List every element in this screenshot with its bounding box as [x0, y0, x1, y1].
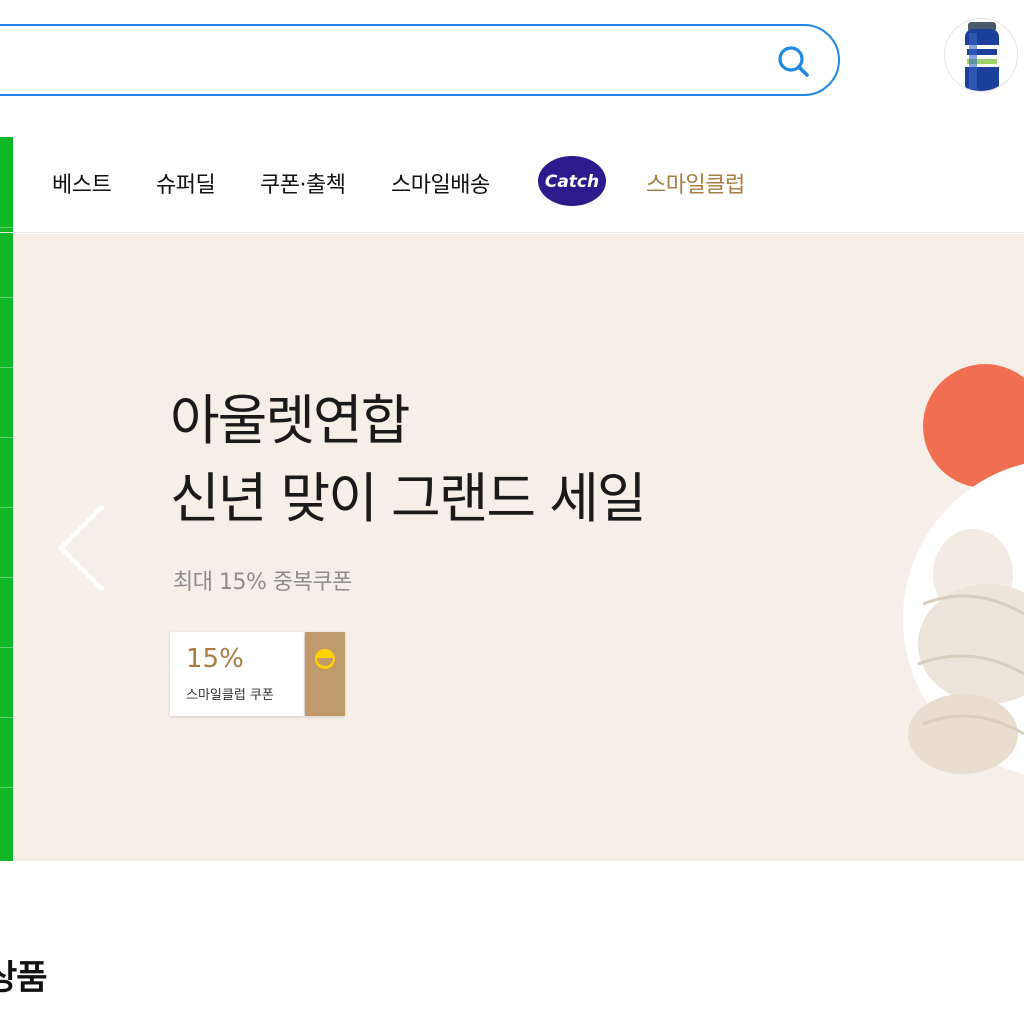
banner-subtitle: 최대 15% 중복쿠폰: [173, 570, 352, 595]
search-input[interactable]: [22, 44, 726, 80]
search-button[interactable]: [772, 40, 816, 84]
catch-logo-text: Catch: [545, 172, 599, 192]
banner-title-line1: 아울렛연합: [170, 389, 410, 452]
main-nav: 베스트 슈퍼딜 쿠폰·출첵 스마일배송 스마일클럽: [0, 137, 1024, 233]
smile-icon: [315, 649, 335, 669]
recent-product-thumbnail[interactable]: [944, 18, 1018, 92]
banner-title-line2: 신년 맞이 그랜드 세일: [170, 467, 647, 530]
nav-item-coupon-checkin[interactable]: 쿠폰·출첵: [260, 167, 346, 199]
nav-item-smile-club[interactable]: 스마일클럽: [646, 167, 745, 199]
coupon-percent: 15%: [186, 644, 244, 674]
nav-item-superdeal[interactable]: 슈퍼딜: [156, 167, 216, 199]
product-image: [965, 22, 999, 91]
coupon-tab: [305, 632, 345, 716]
banner-product-image: [903, 364, 1024, 775]
search-bar: [0, 24, 840, 96]
nav-item-smile-delivery[interactable]: 스마일배송: [391, 167, 490, 199]
section-title: 상품: [0, 958, 48, 998]
promo-banner[interactable]: 아울렛연합 신년 맞이 그랜드 세일 최대 15% 중복쿠폰 15% 스마일클럽…: [13, 234, 1024, 861]
category-strip[interactable]: [0, 137, 13, 861]
coupon-card[interactable]: 15% 스마일클럽 쿠폰: [170, 632, 346, 718]
chevron-left-icon[interactable]: [53, 502, 113, 594]
coupon-label: 스마일클럽 쿠폰: [186, 688, 274, 703]
search-icon: [778, 46, 809, 77]
nav-item-best[interactable]: 베스트: [52, 167, 112, 199]
catch-logo[interactable]: Catch: [537, 155, 607, 207]
banner-title: 아울렛연합 신년 맞이 그랜드 세일: [170, 382, 647, 538]
coupon-body: 15% 스마일클럽 쿠폰: [170, 632, 304, 716]
